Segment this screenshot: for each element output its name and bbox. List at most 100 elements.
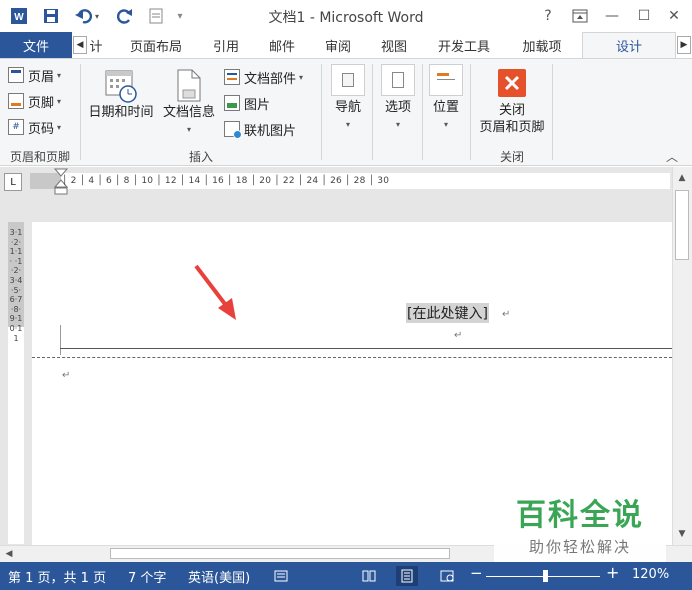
tab-scroll-right-button[interactable]: ▶ bbox=[677, 36, 691, 54]
tab-developer[interactable]: 开发工具 bbox=[426, 32, 502, 58]
date-time-button[interactable]: 日期和时间 bbox=[84, 68, 158, 121]
document-info-icon bbox=[177, 69, 201, 102]
online-pictures-button[interactable]: 联机图片 bbox=[224, 118, 296, 140]
header-placeholder-text[interactable]: [在此处键入] bbox=[406, 303, 489, 323]
ribbon-display-options-button[interactable] bbox=[566, 4, 594, 28]
save-button[interactable] bbox=[40, 4, 62, 28]
maximize-button[interactable]: ☐ bbox=[630, 4, 658, 28]
position-icon bbox=[429, 64, 463, 96]
dropdown-arrow-icon: ▾ bbox=[57, 70, 62, 80]
tab-header-footer-design[interactable]: 设计 bbox=[582, 32, 676, 58]
dropdown-arrow-icon: ▾ bbox=[395, 120, 400, 129]
zoom-out-button[interactable]: − bbox=[470, 564, 483, 582]
options-icon bbox=[381, 64, 415, 96]
group-separator bbox=[552, 64, 553, 160]
header-label: 页眉 bbox=[28, 69, 55, 85]
position-label: 位置 bbox=[432, 100, 459, 115]
word-app-icon[interactable]: W bbox=[8, 4, 30, 28]
page-count-status[interactable]: 第 1 页，共 1 页 bbox=[8, 567, 106, 586]
quick-parts-button[interactable]: 文档部件 ▾ bbox=[224, 66, 303, 88]
read-mode-button[interactable] bbox=[358, 566, 380, 586]
group-separator bbox=[321, 64, 322, 160]
word-count-status[interactable]: 7 个字 bbox=[128, 567, 166, 586]
tab-page-layout[interactable]: 页面布局 bbox=[118, 32, 194, 58]
paragraph-mark: ↵ bbox=[454, 330, 463, 341]
footer-button[interactable]: 页脚 ▾ bbox=[8, 90, 61, 112]
dropdown-arrow-icon: ▾ bbox=[443, 120, 448, 129]
tab-design-partial[interactable]: 计 bbox=[86, 32, 106, 58]
scroll-left-button[interactable]: ◀ bbox=[2, 547, 16, 561]
dropdown-arrow-icon: ▾ bbox=[299, 72, 304, 82]
scroll-down-button[interactable]: ▼ bbox=[674, 526, 690, 542]
page-number-button[interactable]: # 页码 ▾ bbox=[8, 116, 61, 138]
header-icon bbox=[8, 67, 24, 83]
zoom-slider-thumb[interactable] bbox=[543, 570, 548, 582]
header-button[interactable]: 页眉 ▾ bbox=[8, 64, 61, 86]
print-layout-icon bbox=[401, 569, 413, 583]
options-label: 选项 bbox=[384, 100, 411, 115]
zoom-level[interactable]: 120% bbox=[632, 567, 669, 582]
collapse-ribbon-button[interactable]: ︿ bbox=[666, 148, 678, 165]
customize-qat-button[interactable]: ▾ bbox=[172, 4, 188, 28]
horizontal-scroll-thumb[interactable] bbox=[110, 548, 450, 559]
close-label-line2: 页眉和页脚 bbox=[479, 120, 545, 135]
footer-label: 页脚 bbox=[28, 95, 55, 111]
footer-icon bbox=[8, 93, 24, 109]
group-separator bbox=[422, 64, 423, 160]
undo-icon bbox=[74, 9, 93, 24]
minimize-button[interactable]: — bbox=[598, 4, 626, 28]
tab-stop-selector[interactable]: L bbox=[4, 173, 22, 191]
macro-record-button[interactable] bbox=[270, 566, 292, 586]
document-info-label: 文档信息 bbox=[162, 105, 215, 120]
position-button[interactable]: 位置 ▾ bbox=[424, 64, 468, 133]
undo-button[interactable]: ▾ bbox=[72, 4, 102, 28]
close-header-footer-button[interactable]: 关闭 页眉和页脚 bbox=[474, 68, 550, 136]
language-status[interactable]: 英语(美国) bbox=[188, 567, 250, 586]
read-mode-icon bbox=[362, 570, 376, 582]
tab-add-ins[interactable]: 加载项 bbox=[512, 32, 572, 58]
vertical-ruler-ticks: 3·1·2·1·1· ·1·2·3·4·5·6·7·8·9·10·11 bbox=[9, 228, 23, 343]
document-info-button[interactable]: 文档信息 ▾ bbox=[160, 68, 218, 138]
tab-view[interactable]: 视图 bbox=[372, 32, 416, 58]
help-button[interactable]: ? bbox=[534, 4, 562, 28]
dropdown-arrow-icon: ▾ bbox=[186, 125, 191, 134]
tab-scroll-left-button[interactable]: ◀ bbox=[73, 36, 87, 54]
close-window-button[interactable]: ✕ bbox=[660, 4, 688, 28]
vertical-scroll-thumb[interactable] bbox=[675, 190, 689, 260]
dropdown-arrow-icon: ▾ bbox=[345, 120, 350, 129]
tab-review[interactable]: 审阅 bbox=[316, 32, 360, 58]
picture-icon bbox=[224, 95, 240, 111]
pictures-button[interactable]: 图片 bbox=[224, 92, 270, 114]
scroll-up-button[interactable]: ▲ bbox=[674, 170, 690, 186]
macro-icon bbox=[274, 570, 288, 582]
undo-dropdown-icon[interactable]: ▾ bbox=[95, 12, 99, 21]
print-layout-button[interactable] bbox=[396, 566, 418, 586]
header-boundary-dashed bbox=[32, 357, 672, 358]
tab-file[interactable]: 文件 bbox=[0, 32, 72, 58]
navigation-button[interactable]: 导航 ▾ bbox=[326, 64, 370, 133]
zoom-in-button[interactable]: + bbox=[606, 563, 619, 582]
watermark-title: 百科全说 bbox=[516, 498, 644, 533]
navigation-icon bbox=[331, 64, 365, 96]
online-picture-icon bbox=[224, 121, 242, 139]
save-icon bbox=[44, 9, 58, 23]
web-layout-button[interactable] bbox=[436, 566, 458, 586]
redo-icon bbox=[117, 9, 132, 24]
navigation-label: 导航 bbox=[334, 100, 361, 115]
group-label-close: 关闭 bbox=[499, 150, 524, 164]
horizontal-ruler-ticks: │ 2 │ 4 │ 6 │ 8 │ 10 │ 12 │ 14 │ 16 │ 18… bbox=[62, 176, 390, 186]
touch-mode-button[interactable] bbox=[146, 4, 166, 28]
tab-mailings[interactable]: 邮件 bbox=[260, 32, 304, 58]
calendar-clock-icon bbox=[105, 70, 137, 103]
paragraph-mark: ↵ bbox=[62, 370, 71, 381]
tab-references[interactable]: 引用 bbox=[204, 32, 248, 58]
word-logo-icon: W bbox=[11, 8, 27, 24]
options-button[interactable]: 选项 ▾ bbox=[376, 64, 420, 133]
group-separator bbox=[470, 64, 471, 160]
redo-button[interactable] bbox=[114, 4, 136, 28]
date-time-label: 日期和时间 bbox=[88, 105, 154, 120]
red-arrow-annotation-icon bbox=[194, 264, 236, 320]
group-separator bbox=[372, 64, 373, 160]
dropdown-arrow-icon: ▾ bbox=[57, 122, 62, 132]
document-icon bbox=[149, 8, 163, 24]
